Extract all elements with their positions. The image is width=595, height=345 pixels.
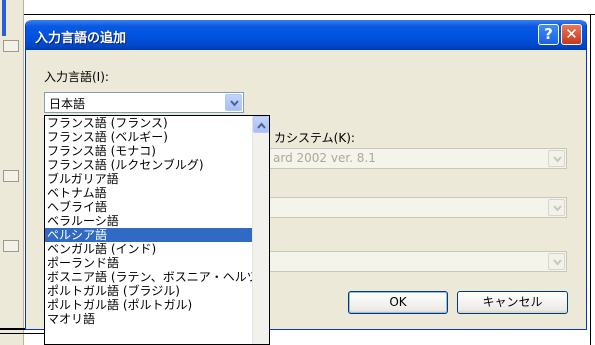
background-accent [2, 0, 6, 36]
dropdown-item[interactable]: フランス語 (モナコ) [45, 144, 269, 158]
background-border [590, 14, 591, 345]
dropdown-item[interactable]: ボスニア語 (ラテン、ボスニア・ヘルツ [45, 270, 269, 284]
input-language-value: 日本語 [49, 97, 86, 111]
disabled-select[interactable] [262, 197, 567, 218]
disabled-select[interactable] [262, 251, 567, 272]
keyboard-layout-value: ard 2002 ver. 8.1 [273, 151, 376, 165]
dropdown-item[interactable]: ポルトガル語 (ブラジル) [45, 284, 269, 298]
keyboard-layout-label: カシステム(K): [274, 131, 355, 145]
scroll-up-icon[interactable] [253, 116, 269, 133]
dropdown-item[interactable]: フランス語 (ベルギー) [45, 130, 269, 144]
dropdown-item[interactable]: ポルトガル語 (ポルトガル) [45, 298, 269, 312]
dropdown-item[interactable]: ブルガリア語 [45, 172, 269, 186]
dialog-title: 入力言語の追加 [35, 31, 127, 46]
dropdown-scrollbar[interactable] [252, 116, 269, 344]
background-border [0, 333, 45, 334]
background-control [3, 240, 19, 252]
background-border [24, 14, 595, 15]
background-window-edge [0, 0, 24, 345]
input-language-label: 入力言語(I): [44, 70, 109, 84]
dialog-titlebar[interactable]: 入力言語の追加 ? ✕ [26, 20, 586, 50]
dropdown-item[interactable]: ヘブライ語 [45, 200, 269, 214]
cancel-button[interactable]: キャンセル [457, 291, 568, 314]
ok-button[interactable]: OK [348, 291, 448, 314]
dropdown-item[interactable]: ポーランド語 [45, 256, 269, 270]
keyboard-layout-select[interactable]: ard 2002 ver. 8.1 [262, 148, 567, 169]
chevron-down-icon[interactable] [548, 199, 565, 216]
background-control [3, 170, 19, 182]
close-button[interactable]: ✕ [561, 24, 582, 45]
dropdown-items: フランス語 (フランス) フランス語 (ベルギー) フランス語 (モナコ) フランス語… [45, 116, 269, 326]
dropdown-item[interactable]: ベラルーシ語 [45, 214, 269, 228]
help-button[interactable]: ? [538, 24, 559, 45]
chevron-down-icon[interactable] [548, 253, 565, 270]
dropdown-item[interactable]: ベトナム語 [45, 186, 269, 200]
dropdown-item[interactable]: ベンガル語 (インド) [45, 242, 269, 256]
input-language-dropdown-list[interactable]: フランス語 (フランス) フランス語 (ベルギー) フランス語 (モナコ) フランス語… [44, 115, 270, 345]
dropdown-item[interactable]: ペルシア語 [45, 228, 269, 242]
dropdown-item[interactable]: マオリ語 [45, 312, 269, 326]
dropdown-item[interactable]: フランス語 (ルクセンブルグ) [45, 158, 269, 172]
background-control [3, 40, 19, 52]
chevron-down-icon[interactable] [225, 94, 242, 111]
dropdown-item[interactable]: フランス語 (フランス) [45, 116, 269, 130]
chevron-down-icon[interactable] [548, 150, 565, 167]
input-language-select[interactable]: 日本語 [44, 92, 244, 113]
